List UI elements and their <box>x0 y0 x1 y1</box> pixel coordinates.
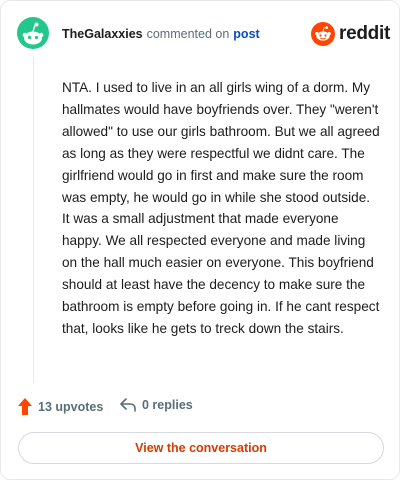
reply-arrow-icon[interactable] <box>120 398 136 412</box>
brand-wordmark: reddit <box>339 23 390 44</box>
reddit-brand[interactable]: reddit <box>311 22 390 46</box>
upvotes-count: 13 upvotes <box>38 399 104 414</box>
username-link[interactable]: TheGalaxxies <box>62 27 143 41</box>
comment-embed-card: TheGalaxxies commented on post reddit NTA.… <box>0 0 400 480</box>
comment-body: NTA. I used to live in an all girls wing… <box>62 80 380 336</box>
thread-line <box>33 57 34 383</box>
view-conversation-button[interactable]: View the conversation <box>18 432 384 464</box>
header-connector-text: commented on <box>146 27 230 41</box>
upvote-arrow-icon[interactable] <box>18 398 32 415</box>
upvote-action[interactable]: 13 upvotes <box>18 398 103 415</box>
reddit-logo-icon <box>311 22 335 46</box>
snoo-avatar-icon[interactable] <box>17 17 49 49</box>
post-link[interactable]: post <box>233 27 259 41</box>
comment-header: TheGalaxxies commented on post <box>62 26 260 42</box>
replies-count: 0 replies <box>142 398 193 412</box>
reply-action[interactable]: 0 replies <box>120 398 193 412</box>
